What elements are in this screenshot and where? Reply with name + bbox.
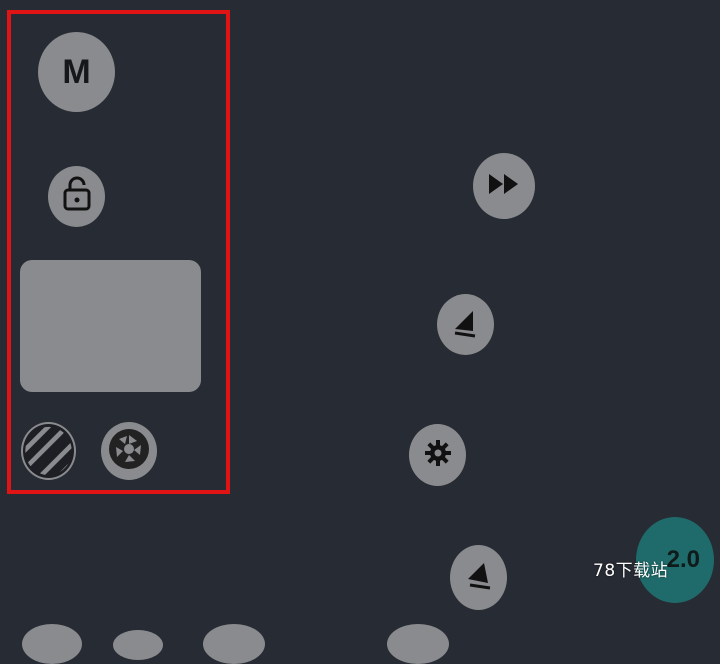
fast-forward-button[interactable] (473, 153, 535, 219)
aperture-button[interactable] (101, 422, 157, 480)
striped-circle-button[interactable] (21, 422, 76, 480)
nav-left-button[interactable] (450, 545, 507, 610)
mode-label: M (62, 52, 91, 91)
gear-icon (424, 439, 452, 472)
partial-bottom-button-1[interactable] (22, 624, 82, 664)
partial-bottom-button-3[interactable] (203, 624, 265, 664)
settings-button[interactable] (409, 424, 466, 486)
control-panel[interactable] (20, 260, 201, 392)
aperture-icon (107, 427, 151, 476)
triangle-left-icon (449, 305, 483, 344)
watermark: 78下载站 (593, 561, 669, 581)
lock-toggle-button[interactable] (48, 166, 105, 227)
striped-circle-icon (23, 424, 74, 478)
mode-button[interactable]: M (38, 32, 115, 112)
partial-bottom-button-4[interactable] (387, 624, 449, 664)
speed-value: 2.0 (666, 546, 700, 573)
unlock-icon (61, 176, 93, 217)
partial-bottom-button-2[interactable] (113, 630, 163, 660)
triangle-left-icon (462, 557, 496, 598)
nav-upper-left-button[interactable] (437, 294, 494, 355)
fast-forward-icon (487, 172, 521, 201)
